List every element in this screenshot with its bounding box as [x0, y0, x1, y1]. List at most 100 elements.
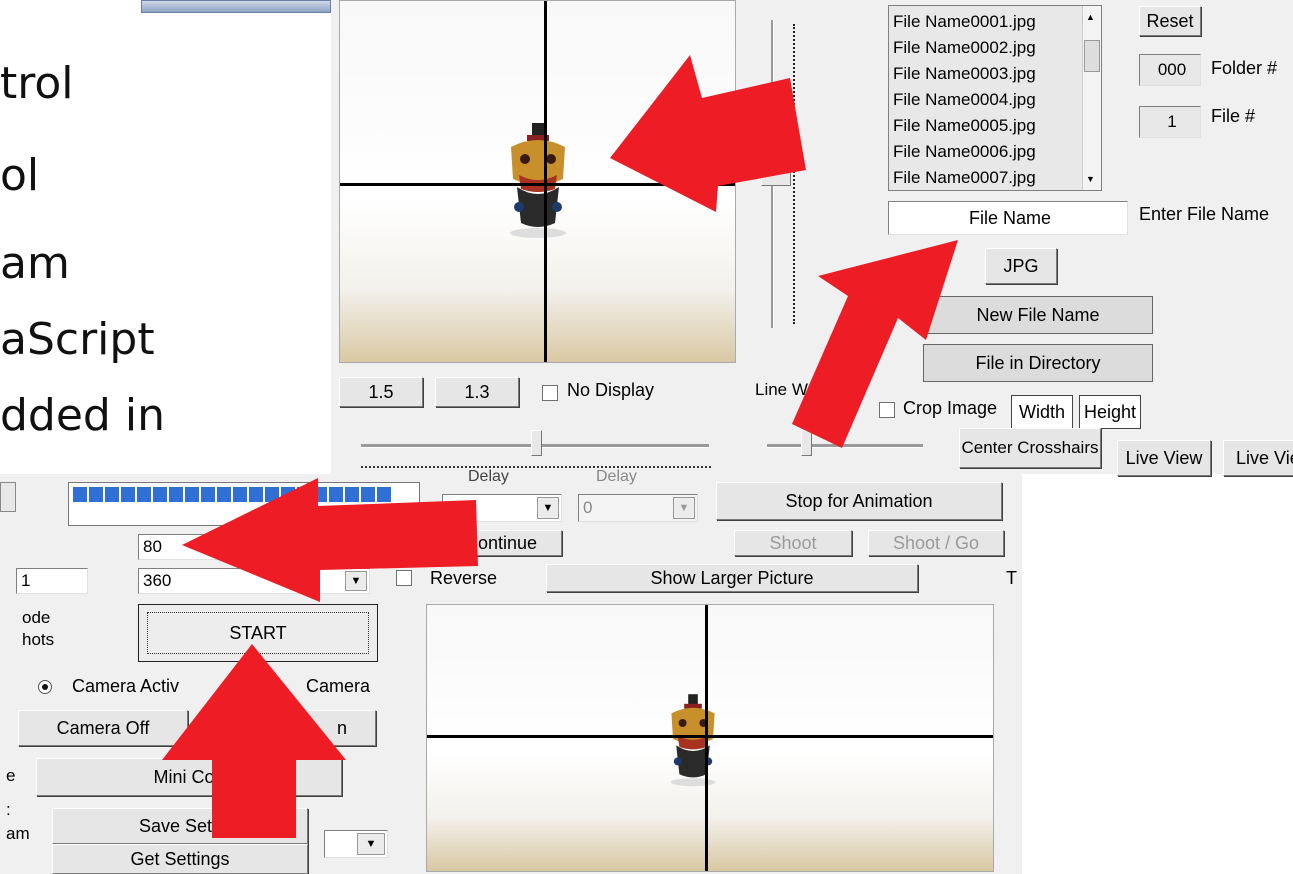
chevron-down-icon[interactable]: ▼ [673, 497, 695, 519]
zoom-1-3-button[interactable]: 1.3 [435, 377, 519, 407]
horizontal-slider-thumb[interactable] [531, 430, 542, 456]
vertical-slider-ticks [793, 24, 803, 324]
slide-bullet-4: aScript [0, 314, 155, 365]
slide-window-edge [141, 0, 331, 13]
shoot-go-button[interactable]: Shoot / Go [868, 530, 1004, 556]
crosshair-vertical [705, 605, 708, 871]
field-360-value: 360 [143, 571, 172, 590]
delay-select-1-value: 0 [447, 498, 457, 517]
crosshair-horizontal [340, 183, 735, 186]
progress-segment [137, 487, 151, 502]
slide-bullet-1: trol [0, 58, 74, 109]
e-label: e [6, 766, 16, 785]
line-width-slider-track[interactable] [767, 444, 923, 448]
progress-segment [249, 487, 263, 502]
mini-control-button[interactable]: Mini Con [36, 758, 342, 796]
shots-label: hots [22, 630, 55, 649]
small-select[interactable]: ▼ [324, 830, 388, 858]
list-item[interactable]: File Name0002.jpg [889, 35, 1101, 61]
camera-active-label: Camera Activ [72, 676, 180, 696]
progress-segment [185, 487, 199, 502]
delay-label-2: Delay [596, 468, 637, 485]
progress-segment [153, 487, 167, 502]
progress-segment [121, 487, 135, 502]
delay-select-2-value: 0 [583, 498, 593, 517]
left-control-edge[interactable] [0, 482, 16, 512]
list-item[interactable]: File Name0001.jpg [889, 9, 1101, 35]
scroll-thumb[interactable] [1084, 40, 1100, 72]
new-file-name-button[interactable]: New File Name [923, 296, 1153, 334]
scroll-down-icon[interactable]: ▼ [1086, 174, 1095, 184]
crop-image-checkbox[interactable] [879, 402, 895, 418]
chevron-down-icon[interactable]: ▼ [537, 497, 559, 519]
field-80[interactable]: 80 [138, 534, 288, 560]
top-window: 1.5 1.3 No Display Line W File Name0001.… [331, 0, 1293, 476]
live-view-button-2[interactable]: Live Vie [1223, 440, 1293, 476]
jpg-button[interactable]: JPG [985, 248, 1057, 284]
bottom-window: Delay Delay 0 ▼ 0 ▼ Stop for Animation C… [0, 468, 1022, 874]
reverse-label: Reverse [430, 568, 498, 588]
crosshair-horizontal [427, 735, 993, 738]
field-360[interactable]: 360 ▼ [138, 568, 370, 594]
progress-segment [377, 487, 391, 502]
no-display-checkbox[interactable] [542, 385, 558, 401]
progress-segment [169, 487, 183, 502]
continue-button[interactable]: Continue [440, 530, 562, 556]
file-number-field[interactable]: 1 [1139, 106, 1201, 138]
delay-select-2[interactable]: 0 ▼ [578, 494, 698, 522]
height-button[interactable]: Height [1079, 395, 1141, 429]
crosshair-vertical [544, 1, 547, 362]
radio-dot-icon [42, 684, 48, 690]
start-label: START [147, 612, 369, 654]
shoot-button[interactable]: Shoot [734, 530, 852, 556]
file-in-directory-button[interactable]: File in Directory [923, 344, 1153, 382]
reset-button[interactable]: Reset [1139, 6, 1201, 36]
list-item[interactable]: File Name0007.jpg [889, 165, 1101, 190]
progress-bar [68, 482, 420, 526]
colon-label: : [6, 800, 11, 819]
camera-subject-figure [670, 694, 716, 787]
camera-active-radio[interactable] [38, 680, 52, 694]
show-larger-picture-button[interactable]: Show Larger Picture [546, 564, 918, 592]
save-settings-button[interactable]: Save Setti [52, 808, 308, 844]
list-item[interactable]: File Name0003.jpg [889, 61, 1101, 87]
file-list-scrollbar[interactable]: ▲ ▼ [1082, 6, 1101, 190]
slide-bullet-5: dded in [0, 390, 165, 441]
scroll-up-icon[interactable]: ▲ [1086, 12, 1095, 22]
zoom-1-5-button[interactable]: 1.5 [339, 377, 423, 407]
line-width-slider-thumb[interactable] [801, 430, 812, 456]
reverse-checkbox[interactable] [396, 570, 412, 586]
mode-label: ode [22, 608, 51, 627]
progress-segment [265, 487, 279, 502]
camera-on-button[interactable]: n [204, 710, 376, 746]
camera-subject-figure [510, 123, 566, 238]
list-item[interactable]: File Name0006.jpg [889, 139, 1101, 165]
camera-off-button[interactable]: Camera Off [18, 710, 188, 746]
center-crosshairs-button[interactable]: Center Crosshairs [959, 428, 1101, 468]
start-button[interactable]: START [138, 604, 378, 662]
list-item[interactable]: File Name0005.jpg [889, 113, 1101, 139]
width-button[interactable]: Width [1011, 395, 1073, 429]
vertical-slider-thumb[interactable] [761, 166, 791, 186]
list-item[interactable]: File Name0004.jpg [889, 87, 1101, 113]
horizontal-slider-ticks [361, 466, 711, 468]
progress-segment [297, 487, 311, 502]
chevron-down-icon[interactable]: ▼ [357, 833, 385, 855]
line-width-label: Line W [755, 380, 808, 399]
chevron-down-icon[interactable]: ▼ [345, 571, 367, 591]
enter-file-name-label: Enter File Name [1139, 204, 1270, 224]
file-name-input[interactable]: File Name [888, 201, 1128, 235]
progress-segment [89, 487, 103, 502]
field-1[interactable]: 1 [16, 568, 88, 594]
progress-segment [345, 487, 359, 502]
live-view-button[interactable]: Live View [1117, 440, 1211, 476]
folder-number-field[interactable]: 000 [1139, 54, 1201, 86]
delay-select-1[interactable]: 0 ▼ [442, 494, 562, 522]
large-preview-image [426, 604, 994, 872]
stop-for-animation-button[interactable]: Stop for Animation [716, 482, 1002, 520]
file-listbox[interactable]: File Name0001.jpg File Name0002.jpg File… [888, 5, 1102, 191]
progress-segment [361, 487, 375, 502]
folder-number-label: Folder # [1211, 58, 1278, 78]
file-number-label: File # [1211, 106, 1256, 126]
get-settings-button[interactable]: Get Settings [52, 844, 308, 874]
